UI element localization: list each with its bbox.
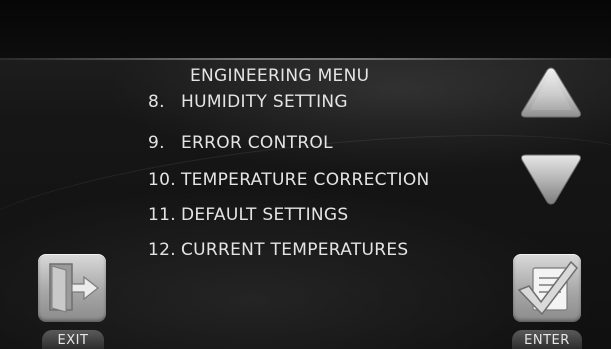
top-bar (0, 0, 611, 58)
menu-item-current-temperatures[interactable]: 12. CURRENT TEMPERATURES (148, 240, 409, 260)
exit-label: EXIT (42, 330, 104, 349)
menu-item-number: 9. (148, 133, 165, 153)
menu-item-number: 11. (148, 205, 176, 225)
triangle-down-icon (521, 154, 581, 205)
menu-item-default-settings[interactable]: 11. DEFAULT SETTINGS (148, 205, 348, 225)
triangle-up-icon (521, 67, 581, 118)
door-exit-icon (49, 263, 99, 313)
scroll-down-button[interactable] (518, 150, 584, 208)
menu-item-error-control[interactable]: 9. ERROR CONTROL (148, 133, 333, 153)
menu-item-label: HUMIDITY SETTING (181, 92, 348, 112)
menu-item-number: 10. (148, 170, 176, 190)
scroll-up-button[interactable] (518, 64, 584, 122)
engineering-menu-screen: ENGINEERING MENU 8. HUMIDITY SETTING 9. ER… (0, 0, 611, 349)
enter-button[interactable] (513, 254, 581, 322)
menu-item-number: 12. (148, 240, 176, 260)
header-divider (0, 58, 611, 60)
menu-item-temperature-correction[interactable]: 10. TEMPERATURE CORRECTION (148, 170, 430, 190)
menu-item-label: CURRENT TEMPERATURES (180, 240, 409, 260)
exit-button[interactable] (38, 254, 106, 322)
menu-item-humidity-setting[interactable]: 8. HUMIDITY SETTING (148, 92, 348, 112)
menu-item-label: TEMPERATURE CORRECTION (180, 170, 430, 190)
menu-item-label: DEFAULT SETTINGS (180, 205, 349, 225)
enter-label: ENTER (512, 330, 582, 349)
menu-item-number: 8. (148, 92, 165, 112)
menu-item-label: ERROR CONTROL (181, 133, 333, 153)
checklist-check-icon (517, 260, 578, 316)
menu-title: ENGINEERING MENU (190, 66, 370, 86)
